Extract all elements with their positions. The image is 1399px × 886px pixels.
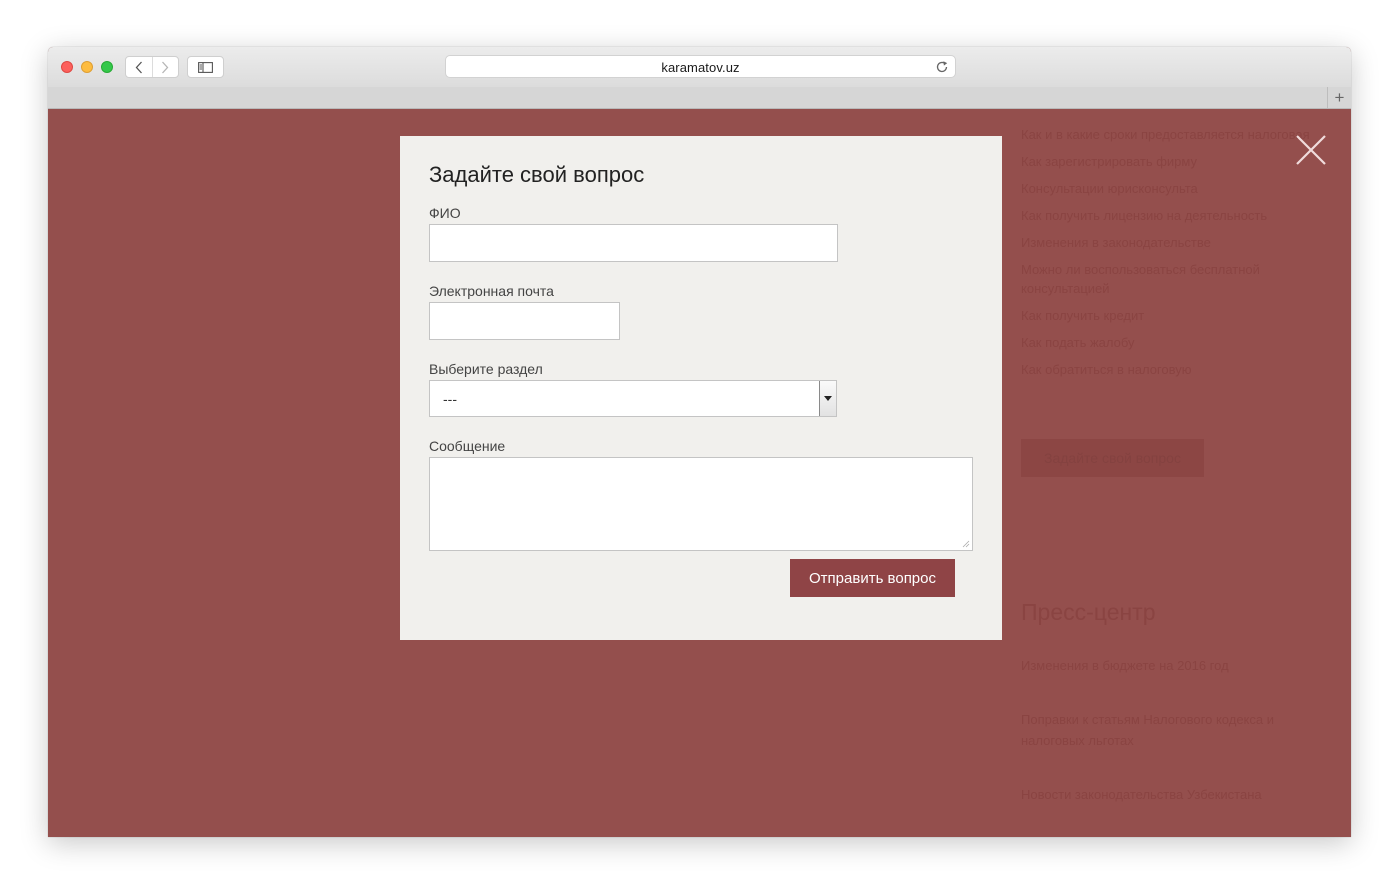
select-arrow-button[interactable] [819,381,836,416]
faq-link: Как получить лицензию на деятельность [1021,208,1268,223]
sidebar-icon [198,61,213,73]
url-text: karamatov.uz [661,60,740,75]
name-input[interactable] [429,224,838,262]
message-textarea[interactable] [429,457,973,551]
back-button[interactable] [126,57,152,77]
faq-link: Можно ли воспользоваться бесплатной конс… [1021,262,1260,296]
chevron-right-icon [162,61,169,73]
ask-question-modal: Задайте свой вопрос ФИО Электронная почт… [400,136,1002,640]
sidebar-toggle-button[interactable] [187,56,224,78]
resize-grip-icon[interactable] [962,540,970,548]
faq-link: Как и в какие сроки предоставляется нало… [1021,127,1310,142]
close-icon[interactable] [1295,134,1327,166]
reload-icon[interactable] [935,60,949,74]
press-item: Поправки к статьям Налогового кодекса и … [1021,712,1274,748]
minimize-window-button[interactable] [81,61,93,73]
press-item: Изменения в бюджете на 2016 год [1021,658,1229,673]
faq-link: Как получить кредит [1021,308,1145,323]
background-ask-button: Задайте свой вопрос [1021,439,1204,477]
submit-question-button[interactable]: Отправить вопрос [790,559,955,597]
faq-link: Как подать жалобу [1021,335,1135,350]
address-bar[interactable]: karamatov.uz [445,55,956,78]
faq-link: Изменения в законодательстве [1021,235,1211,250]
section-select[interactable]: --- [429,380,837,417]
browser-titlebar: karamatov.uz [48,47,1351,88]
page-overlay[interactable]: Как и в какие сроки предоставляется нало… [48,109,1351,837]
close-window-button[interactable] [61,61,73,73]
section-selected-value: --- [443,391,457,407]
section-label: Выберите раздел [429,361,543,377]
press-list: Изменения в бюджете на 2016 год Поправки… [1021,655,1321,837]
name-field-group: ФИО [429,205,973,262]
faq-link: Как зарегистрировать фирму [1021,154,1197,169]
email-field-group: Электронная почта [429,283,973,340]
caret-down-icon [824,396,832,401]
chevron-left-icon [135,61,142,73]
faq-link: Консультации юрисконсульта [1021,181,1198,196]
modal-title: Задайте свой вопрос [429,162,645,187]
tab-strip: + [48,87,1351,109]
email-input[interactable] [429,302,620,340]
email-label: Электронная почта [429,283,554,299]
history-nav [125,56,179,78]
faq-link: Как обратиться в налоговую [1021,362,1192,377]
message-field-group: Сообщение [429,438,973,551]
browser-window: karamatov.uz + Как и в какие сроки предо… [48,47,1351,837]
new-tab-button[interactable]: + [1327,87,1351,108]
name-label: ФИО [429,205,461,221]
press-item: Новости законодательства Узбекистана [1021,787,1262,802]
zoom-window-button[interactable] [101,61,113,73]
section-field-group: Выберите раздел --- [429,361,973,417]
press-center-heading: Пресс-центр [1021,599,1156,625]
faq-links-list: Как и в какие сроки предоставляется нало… [1021,125,1321,387]
message-label: Сообщение [429,438,506,454]
forward-button[interactable] [151,57,179,77]
